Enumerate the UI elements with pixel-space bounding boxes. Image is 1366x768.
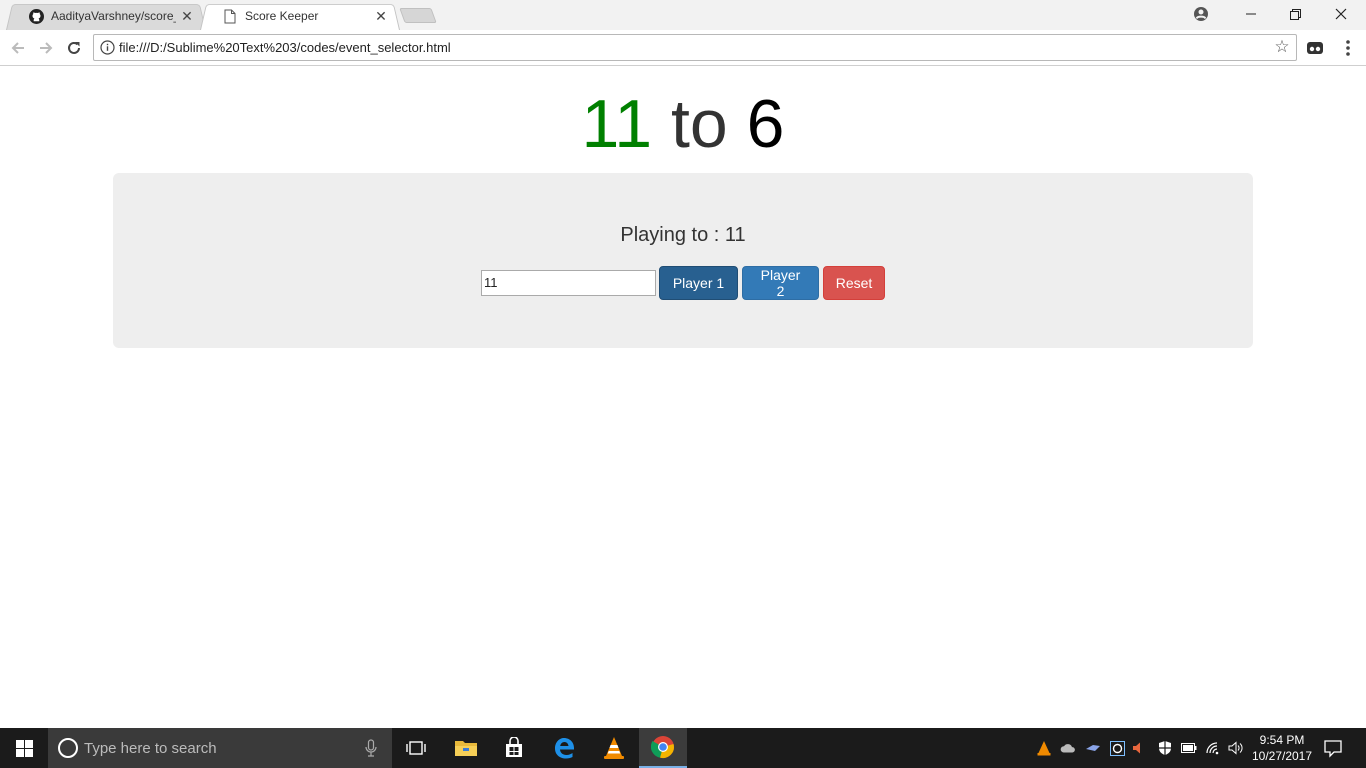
close-icon[interactable]: ✕ [374,8,388,24]
vlc-tray-icon[interactable] [1036,740,1052,756]
new-tab-button[interactable] [399,8,437,23]
edge-icon[interactable] [540,728,588,768]
onedrive-icon[interactable] [1060,740,1076,756]
restore-icon [1289,8,1301,20]
action-center-icon[interactable] [1323,738,1343,758]
browser-titlebar: AadityaVarshney/score_k ✕ Score Keeper ✕ [0,0,1366,30]
store-icon[interactable] [490,728,538,768]
reset-button[interactable]: Reset [823,265,885,300]
volume-icon[interactable] [1228,740,1244,756]
more-menu-icon[interactable] [1340,38,1356,58]
player2-button[interactable]: Player 2 [742,265,819,300]
minimize-icon [1246,13,1256,15]
tab-title: Score Keeper [245,9,319,23]
address-url: file:///D:/Sublime%20Text%203/codes/even… [119,40,451,55]
speaker-muted-icon[interactable] [1131,740,1147,756]
player1-button[interactable]: Player 1 [659,265,738,300]
file-explorer-icon[interactable] [442,728,490,768]
restore-button[interactable] [1272,0,1318,28]
playing-to-label: Playing to : 11 [620,224,746,246]
info-icon[interactable] [100,40,115,55]
score-separator: to [652,86,747,162]
chrome-icon[interactable] [639,728,687,768]
score-display: 11 to 6 [0,84,1366,164]
close-window-button[interactable] [1318,0,1364,28]
forward-arrow-icon [40,42,53,54]
github-icon [28,8,44,24]
windows-taskbar: Type here to search 9:54 PM 10/27/2017 [0,728,1366,768]
tab-score-keeper[interactable]: Score Keeper ✕ [200,2,400,30]
player1-score: 11 [581,86,653,162]
taskbar-clock[interactable]: 9:54 PM 10/27/2017 [1246,732,1318,764]
browser-toolbar: file:///D:/Sublime%20Text%203/codes/even… [0,30,1366,66]
app-tray-icon[interactable] [1085,740,1101,756]
profile-icon[interactable] [1192,5,1210,23]
security-tray-icon[interactable] [1109,740,1125,756]
reload-button[interactable] [62,36,86,60]
cortana-icon [58,738,78,758]
tab-github[interactable]: AadityaVarshney/score_k ✕ [6,2,206,30]
reload-icon [68,41,80,54]
minimize-button[interactable] [1228,0,1274,28]
extension-icon[interactable] [1306,39,1324,57]
vlc-icon[interactable] [590,728,638,768]
page-icon [222,8,238,24]
windows-logo-icon [15,739,33,757]
task-view-icon[interactable] [392,728,440,768]
start-button[interactable] [0,728,48,768]
tab-title: AadityaVarshney/score_k [51,9,176,23]
close-icon [1335,8,1347,20]
back-arrow-icon [11,42,24,54]
address-bar[interactable]: file:///D:/Sublime%20Text%203/codes/even… [93,34,1297,61]
clock-date: 10/27/2017 [1251,749,1313,763]
battery-icon[interactable] [1181,740,1197,756]
forward-button[interactable] [34,36,58,60]
bookmark-star-icon[interactable]: ☆ [1273,37,1291,56]
defender-shield-icon[interactable] [1157,740,1173,756]
player2-score: 6 [746,86,785,162]
back-button[interactable] [6,36,30,60]
microphone-icon[interactable] [364,739,378,757]
controls-row: Player 1 Player 2 Reset [481,265,889,300]
winning-score-input[interactable] [481,269,656,296]
control-panel: Playing to : 11 Player 1 Player 2 Reset [113,173,1253,348]
wifi-icon[interactable] [1205,740,1221,756]
clock-time: 9:54 PM [1259,733,1305,747]
close-icon[interactable]: ✕ [180,8,194,24]
search-placeholder: Type here to search [84,740,217,757]
taskbar-search[interactable]: Type here to search [48,728,392,768]
